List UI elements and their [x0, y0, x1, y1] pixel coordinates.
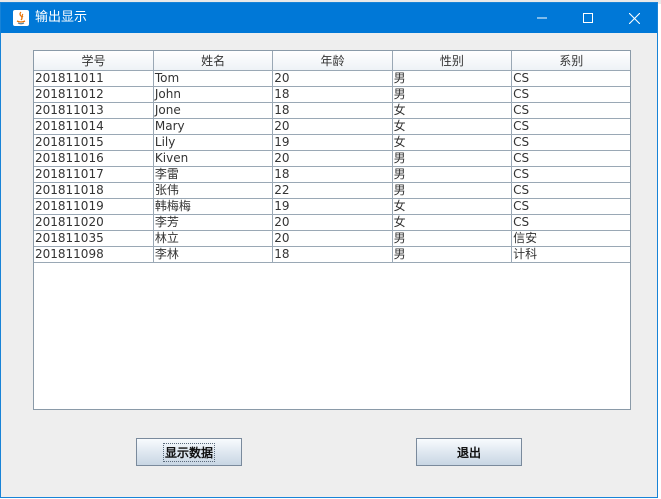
- table-row[interactable]: 201811018 张伟 22 男 CS: [34, 182, 630, 199]
- table-cell[interactable]: CS: [511, 166, 630, 183]
- column-header-name[interactable]: 姓名: [152, 51, 274, 71]
- table-cell[interactable]: CS: [511, 70, 630, 87]
- table-row[interactable]: 201811014 Mary 20 女 CS: [34, 118, 630, 135]
- table-cell[interactable]: 男: [391, 230, 513, 247]
- table-cell[interactable]: 201811014: [34, 118, 154, 135]
- table-cell[interactable]: CS: [511, 86, 630, 103]
- table-cell[interactable]: 201811017: [34, 166, 154, 183]
- table-cell[interactable]: CS: [511, 182, 630, 199]
- column-header-age[interactable]: 年龄: [272, 51, 393, 71]
- table-cell[interactable]: Tom: [152, 70, 274, 87]
- table-cell[interactable]: 计科: [511, 246, 630, 263]
- title-bar[interactable]: 输出显示: [1, 3, 657, 33]
- table-cell[interactable]: CS: [511, 134, 630, 151]
- table-cell[interactable]: Mary: [152, 118, 274, 135]
- close-icon: [628, 12, 640, 24]
- table-header-row: 学号 姓名 年龄 性别 系别: [34, 51, 630, 71]
- table-cell[interactable]: 女: [391, 198, 513, 215]
- table-cell[interactable]: 男: [391, 246, 513, 263]
- table-cell[interactable]: 18: [272, 86, 393, 103]
- table-cell[interactable]: 201811018: [34, 182, 154, 199]
- output-window: 输出显示 学号 姓名 年龄 性别 系别 201811011 Tom 20 男 CS 201…: [0, 2, 658, 498]
- table-cell[interactable]: 20: [272, 150, 393, 167]
- table-cell[interactable]: 201811013: [34, 102, 154, 119]
- table-cell[interactable]: 201811015: [34, 134, 154, 151]
- close-button[interactable]: [611, 3, 657, 33]
- column-header-id[interactable]: 学号: [34, 51, 154, 71]
- maximize-icon: [583, 13, 593, 23]
- table-cell[interactable]: 18: [272, 102, 393, 119]
- table-cell[interactable]: 女: [391, 102, 513, 119]
- table-cell[interactable]: 女: [391, 214, 513, 231]
- table-cell[interactable]: 韩梅梅: [152, 198, 274, 215]
- table-cell[interactable]: CS: [511, 150, 630, 167]
- table-cell[interactable]: Lily: [152, 134, 274, 151]
- maximize-button[interactable]: [565, 3, 611, 33]
- table-cell[interactable]: 男: [391, 70, 513, 87]
- java-app-icon: [13, 10, 29, 26]
- minimize-icon: [537, 17, 547, 19]
- table-cell[interactable]: 20: [272, 214, 393, 231]
- table-cell[interactable]: 201811098: [34, 246, 154, 263]
- table-cell[interactable]: 李芳: [152, 214, 274, 231]
- table-row[interactable]: 201811012 John 18 男 CS: [34, 86, 630, 103]
- table-cell[interactable]: 22: [272, 182, 393, 199]
- table-body: 201811011 Tom 20 男 CS 201811012 John 18 男 CS 20181…: [34, 70, 630, 263]
- show-data-label: 显示数据: [162, 442, 216, 462]
- table-row[interactable]: 201811098 李林 18 男计科: [34, 246, 630, 263]
- student-table-scrollpane[interactable]: 学号 姓名 年龄 性别 系别 201811011 Tom 20 男 CS 20181101…: [33, 50, 631, 410]
- exit-label: 退出: [456, 445, 481, 460]
- table-cell[interactable]: Jone: [152, 102, 274, 119]
- table-cell[interactable]: 男: [391, 86, 513, 103]
- table-cell[interactable]: 201811019: [34, 198, 154, 215]
- table-cell[interactable]: CS: [511, 214, 630, 231]
- table-cell[interactable]: 19: [272, 198, 393, 215]
- table-cell[interactable]: 林立: [152, 230, 274, 247]
- table-cell[interactable]: 李雷: [152, 166, 274, 183]
- window-title: 输出显示: [35, 10, 88, 25]
- column-header-gender[interactable]: 性别: [391, 51, 513, 71]
- table-cell[interactable]: 18: [272, 166, 393, 183]
- table-cell[interactable]: 201811012: [34, 86, 154, 103]
- table-cell[interactable]: 信安: [511, 230, 630, 247]
- table-row[interactable]: 201811020 李芳 20 女 CS: [34, 214, 630, 231]
- table-row[interactable]: 201811013 Jone 18 女 CS: [34, 102, 630, 119]
- table-cell[interactable]: 女: [391, 118, 513, 135]
- table-row[interactable]: 201811017 李雷 18 男 CS: [34, 166, 630, 183]
- table-row[interactable]: 201811011 Tom 20 男 CS: [34, 70, 630, 87]
- table-cell[interactable]: 男: [391, 150, 513, 167]
- exit-button[interactable]: 退出: [416, 438, 522, 466]
- table-cell[interactable]: John: [152, 86, 274, 103]
- student-table: 学号 姓名 年龄 性别 系别 201811011 Tom 20 男 CS 20181101…: [34, 51, 630, 263]
- table-cell[interactable]: 201811011: [34, 70, 154, 87]
- table-cell[interactable]: 18: [272, 246, 393, 263]
- show-data-button[interactable]: 显示数据: [136, 438, 242, 466]
- table-row[interactable]: 201811035 林立 20 男信安: [34, 230, 630, 247]
- table-cell[interactable]: CS: [511, 102, 630, 119]
- table-cell[interactable]: 女: [391, 134, 513, 151]
- table-row[interactable]: 201811015 Lily 19 女 CS: [34, 134, 630, 151]
- table-cell[interactable]: 李林: [152, 246, 274, 263]
- table-cell[interactable]: Kiven: [152, 150, 274, 167]
- table-cell[interactable]: 20: [272, 230, 393, 247]
- table-cell[interactable]: 20: [272, 70, 393, 87]
- table-cell[interactable]: 201811016: [34, 150, 154, 167]
- table-cell[interactable]: CS: [511, 198, 630, 215]
- column-header-department[interactable]: 系别: [511, 51, 630, 71]
- table-cell[interactable]: 张伟: [152, 182, 274, 199]
- table-row[interactable]: 201811016 Kiven 20 男 CS: [34, 150, 630, 167]
- table-cell[interactable]: 男: [391, 166, 513, 183]
- table-cell[interactable]: 201811020: [34, 214, 154, 231]
- table-cell[interactable]: 201811035: [34, 230, 154, 247]
- table-row[interactable]: 201811019 韩梅梅 19 女 CS: [34, 198, 630, 215]
- table-cell[interactable]: CS: [511, 118, 630, 135]
- table-cell[interactable]: 20: [272, 118, 393, 135]
- table-cell[interactable]: 男: [391, 182, 513, 199]
- minimize-button[interactable]: [519, 3, 565, 33]
- table-cell[interactable]: 19: [272, 134, 393, 151]
